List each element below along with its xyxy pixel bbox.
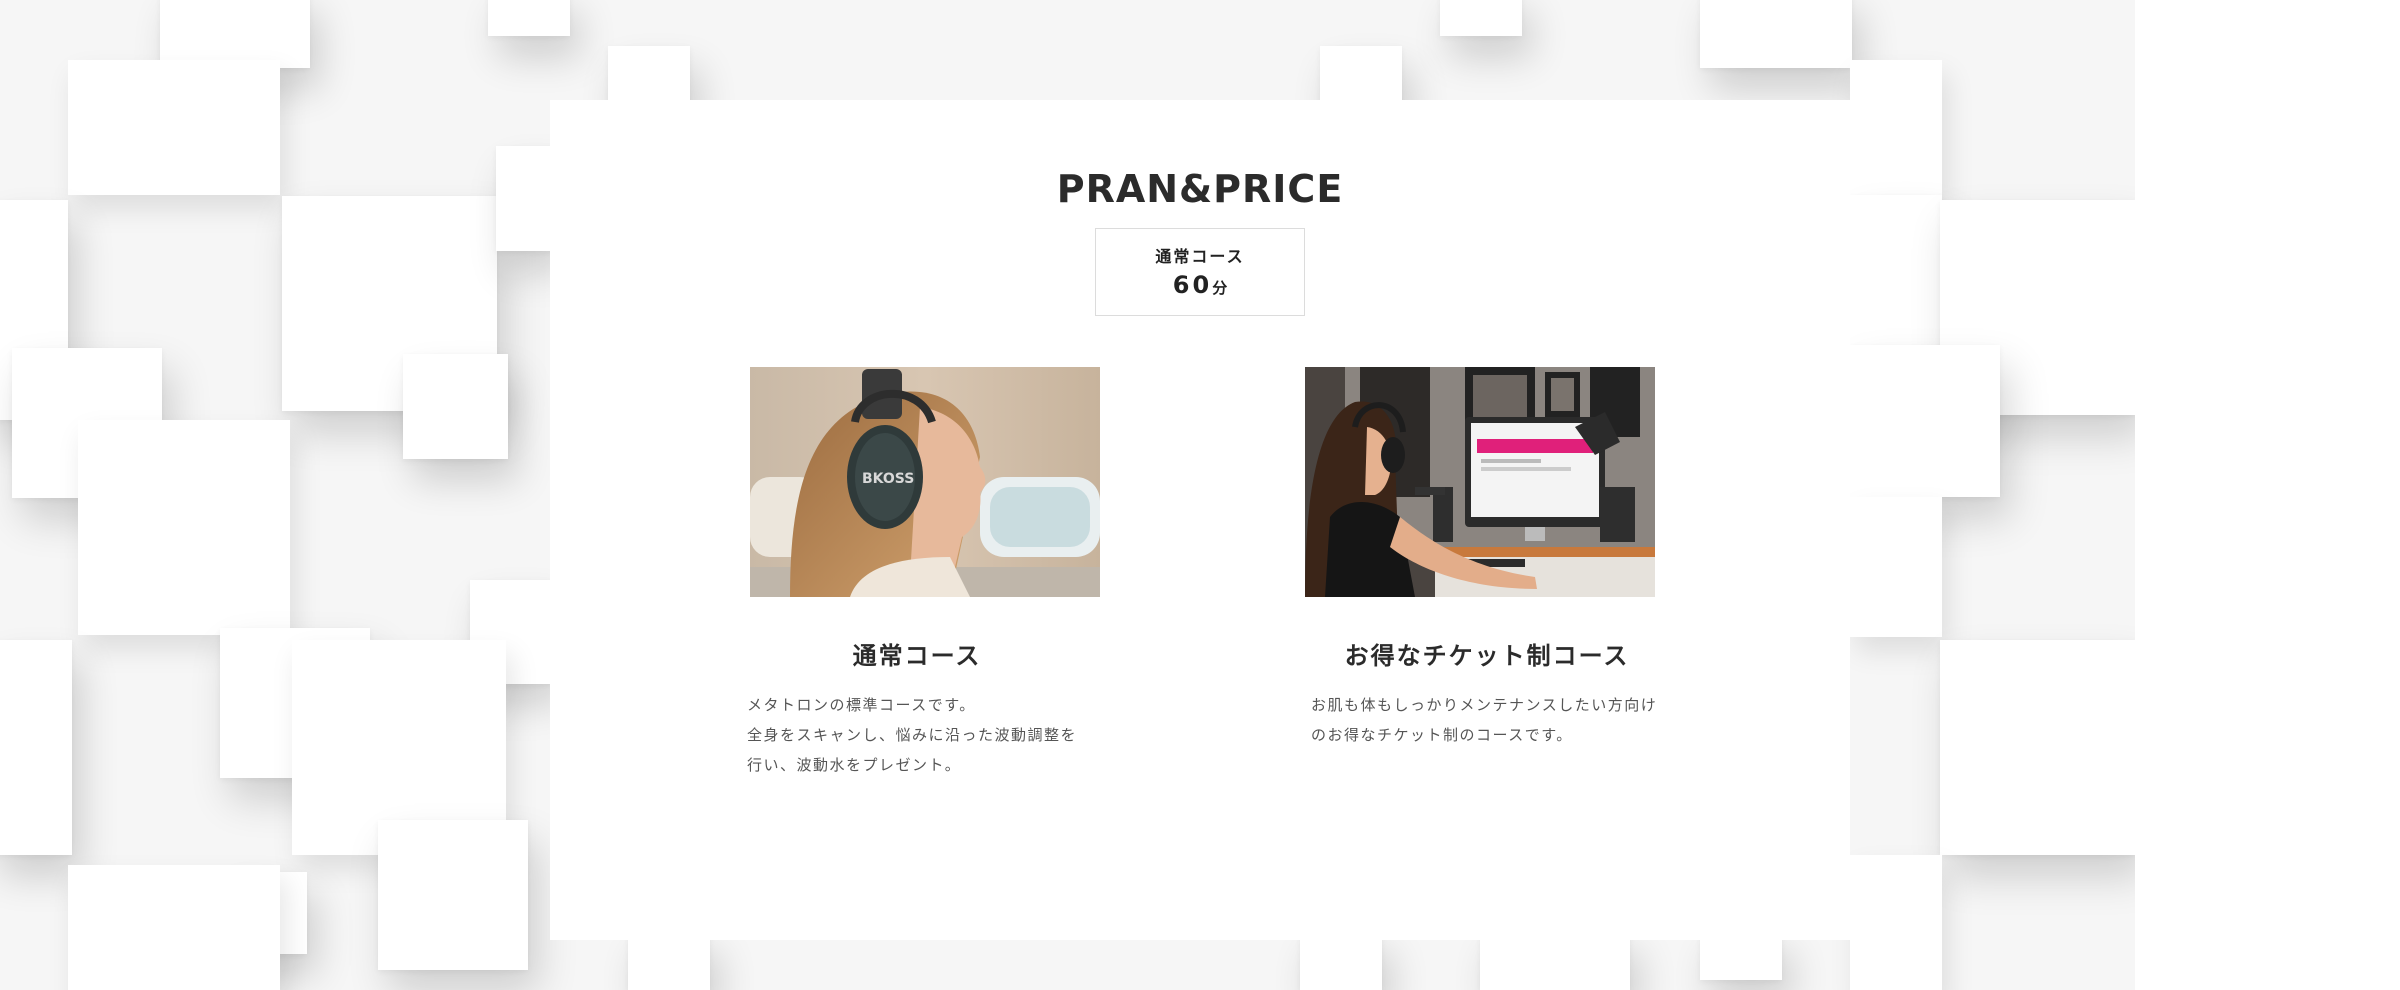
price-unit: 分 (1212, 279, 1228, 297)
woman-computer-image (1305, 367, 1655, 597)
description-line: 行い、波動水をプレゼント。 (747, 756, 962, 774)
section-title: PRAN&PRICE (1056, 167, 1344, 212)
woman-headphones-image: BKOSS (750, 367, 1100, 597)
price-value: 60分 (1096, 271, 1304, 299)
course-title: 通常コース (852, 642, 982, 670)
svg-text:BKOSS: BKOSS (862, 471, 914, 487)
course-description: お肌も体もしっかりメンテナンスしたい方向け のお得なチケット制のコースです。 (1311, 690, 1671, 750)
woman-computer-photo (1305, 367, 1655, 597)
description-line: 全身をスキャンし、悩みに沿った波動調整を (747, 726, 1078, 744)
course-description: メタトロンの標準コースです。 全身をスキャンし、悩みに沿った波動調整を 行い、波… (747, 690, 1107, 780)
description-line: メタトロンの標準コースです。 (747, 696, 976, 714)
description-line: のお得なチケット制のコースです。 (1311, 726, 1573, 744)
price-amount: 60 (1172, 271, 1213, 299)
price-label: 通常コース (1155, 247, 1245, 266)
description-line: お肌も体もしっかりメンテナンスしたい方向け (1311, 696, 1658, 714)
content-card (550, 100, 1850, 940)
woman-headphones-photo: BKOSS (750, 367, 1100, 597)
course-title: お得なチケット制コース (1344, 642, 1630, 670)
price-box: 通常コース 60分 (1095, 228, 1305, 316)
